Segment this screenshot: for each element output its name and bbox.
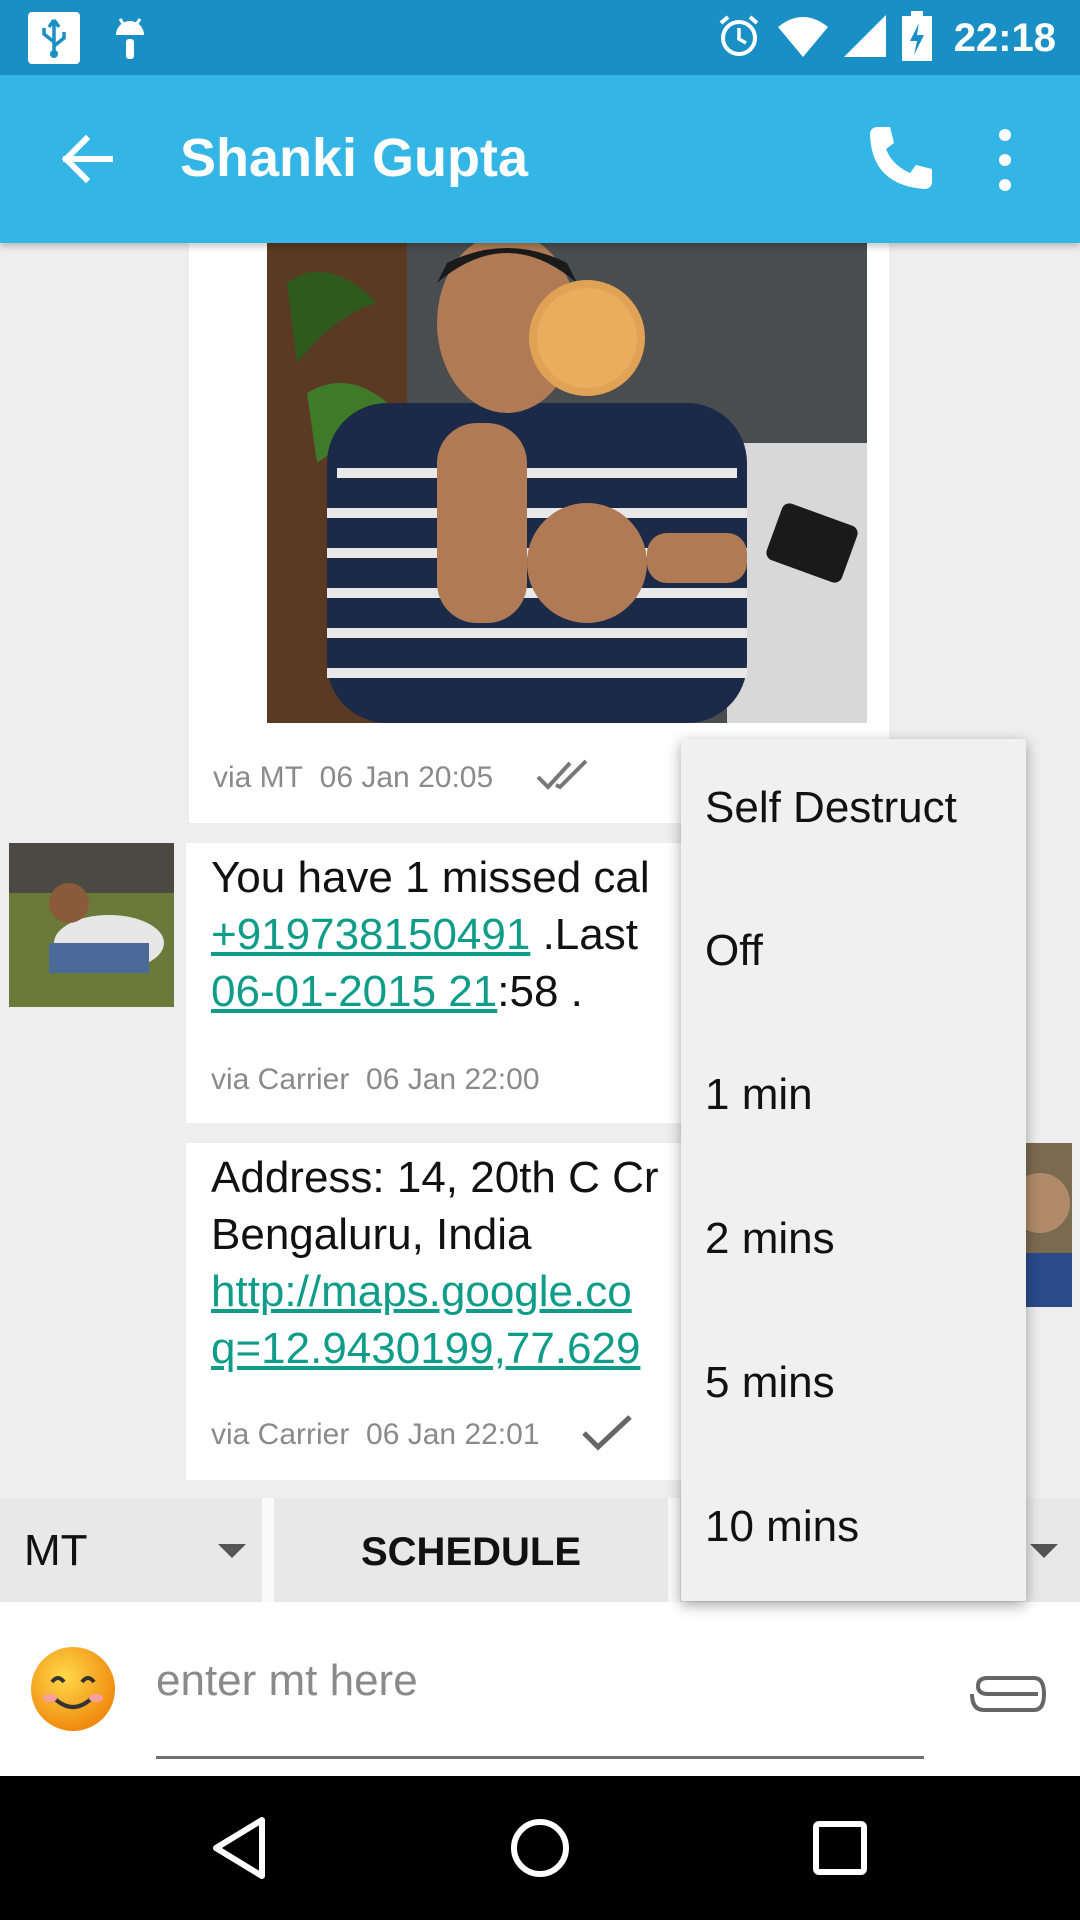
message-line: Bengaluru, India [211,1210,532,1259]
emoji-button[interactable] [30,1646,116,1732]
via-label: via Carrier [211,1418,350,1451]
missed-call-message-bubble[interactable]: You have 1 missed cal +919738150491 .Las… [186,843,706,1123]
more-options-button[interactable] [985,125,1025,195]
nav-home-icon [511,1819,569,1877]
address-message-bubble[interactable]: Address: 14, 20th C Cr Bengaluru, India … [186,1143,706,1480]
clock: 22:18 [953,15,1056,60]
chevron-down-icon [218,1544,246,1558]
schedule-button[interactable]: SCHEDULE [274,1498,668,1602]
message-text: Address: 14, 20th C Cr Bengaluru, India … [211,1149,659,1377]
signal-icon [843,14,886,62]
battery-charging-icon [901,10,932,66]
menu-item-5-mins[interactable]: 5 mins [681,1314,1026,1457]
nav-recents-button[interactable] [804,1812,876,1884]
input-underline [156,1756,924,1759]
message-line: Address: 14, 20th C Cr [211,1153,659,1202]
usb-icon [28,12,80,69]
status-bar: 22:18 [0,0,1080,75]
paperclip-icon [970,1676,1047,1712]
via-label: via Carrier [211,1063,350,1096]
message-meta: via Carrier 06 Jan 22:01 [211,1418,540,1452]
attach-button[interactable] [968,1672,1048,1716]
menu-item-self-destruct[interactable]: Self Destruct [681,739,1026,882]
timestamp: 06 Jan 22:01 [366,1418,540,1451]
message-text: You have 1 missed cal +919738150491 .Las… [211,849,650,1020]
channel-select[interactable]: MT [0,1498,262,1602]
nav-home-button[interactable] [504,1812,576,1884]
alarm-icon [716,13,762,64]
timestamp: 06 Jan 20:05 [319,761,494,794]
menu-item-10-mins[interactable]: 10 mins [681,1458,1026,1601]
schedule-button-label: SCHEDULE [360,1530,582,1574]
message-line: +919738150491 .Last [211,910,638,959]
nav-back-icon [213,1817,265,1879]
shared-photo[interactable] [267,243,867,723]
message-meta: via Carrier 06 Jan 22:00 [211,1063,540,1097]
message-composer [0,1602,1080,1776]
contact-avatar[interactable] [9,843,174,1007]
maps-link[interactable]: http://maps.google.co [211,1263,659,1320]
wifi-icon [777,15,828,62]
smiley-emoji-icon [31,1647,115,1731]
arrow-back-icon [61,134,113,184]
self-destruct-dropdown-menu: Self Destruct Off 1 min 2 mins 5 mins 10… [681,739,1026,1601]
double-check-icon [536,759,588,790]
message-line: 06-01-2015 21:58 . [211,967,583,1016]
maps-link[interactable]: q=12.9430199,77.629 [211,1320,659,1377]
message-input[interactable] [156,1642,924,1720]
app-bar: Shanki Gupta [0,75,1080,243]
more-vertical-icon [999,129,1011,191]
timestamp: 06 Jan 22:00 [366,1063,540,1096]
phone-number-link[interactable]: +919738150491 [211,910,530,959]
back-button[interactable] [52,123,124,195]
nav-recents-icon [813,1821,867,1875]
android-debug-icon [110,13,150,68]
menu-item-off[interactable]: Off [681,882,1026,1025]
menu-item-1-min[interactable]: 1 min [681,1026,1026,1169]
contact-name-title: Shanki Gupta [180,128,529,188]
phone-icon [870,127,932,189]
menu-item-2-mins[interactable]: 2 mins [681,1170,1026,1313]
check-icon [582,1415,632,1451]
date-link[interactable]: 06-01-2015 21 [211,967,497,1016]
channel-select-value: MT [24,1526,88,1575]
via-label: via MT [213,761,303,794]
chevron-down-icon [1030,1544,1058,1558]
call-button[interactable] [860,119,940,199]
message-line: You have 1 missed cal [211,853,650,902]
nav-back-button[interactable] [204,1812,276,1884]
system-nav-bar [0,1776,1080,1920]
image-message-bubble[interactable]: via MT 06 Jan 20:05 [189,243,889,823]
message-meta: via MT 06 Jan 20:05 [213,761,493,795]
